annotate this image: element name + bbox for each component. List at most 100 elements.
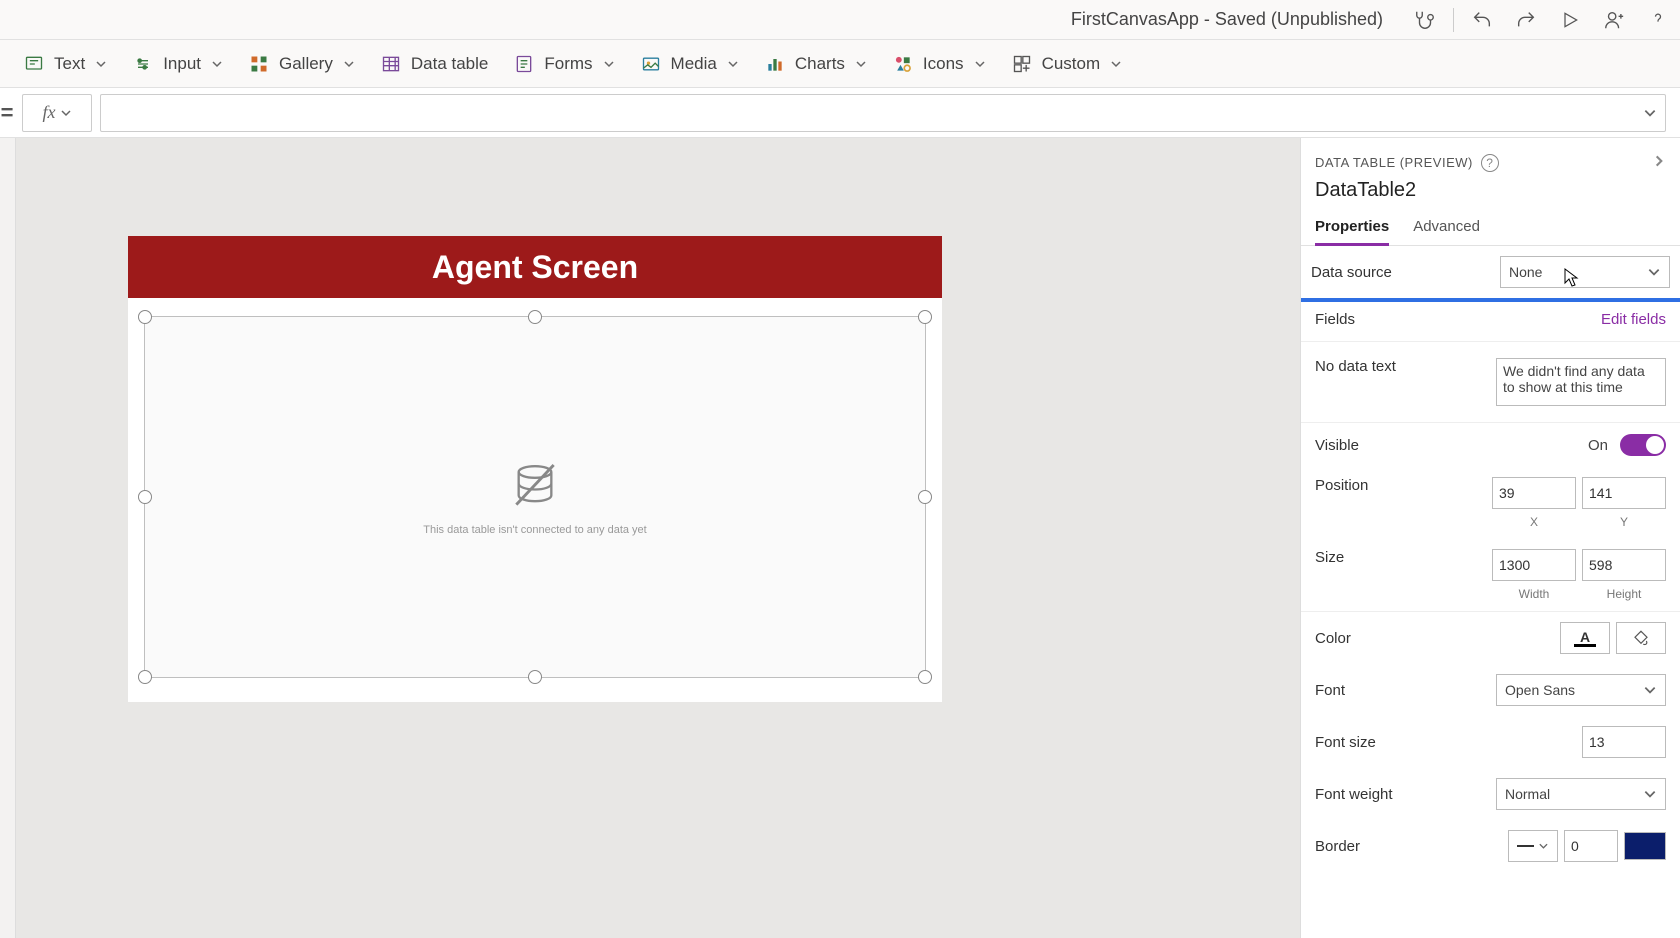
ribbon-input[interactable]: Input <box>133 54 223 74</box>
size-width-input[interactable]: 1300 <box>1492 549 1576 581</box>
prop-color: Color A <box>1301 612 1680 664</box>
ribbon-gallery[interactable]: Gallery <box>249 54 355 74</box>
redo-button[interactable] <box>1504 0 1548 40</box>
equals-label: = <box>0 100 14 126</box>
border-style-dropdown[interactable] <box>1508 830 1558 862</box>
font-value: Open Sans <box>1505 682 1575 698</box>
formula-bar: = fx <box>0 88 1680 138</box>
panel-collapse-button[interactable] <box>1652 152 1666 173</box>
position-y-input[interactable]: 141 <box>1582 477 1666 509</box>
position-x-sublabel: X <box>1492 515 1576 529</box>
prop-position: Position 39 141 X Y <box>1301 467 1680 539</box>
prop-no-data-text: No data text We didn't find any data to … <box>1301 342 1680 423</box>
border-color-swatch[interactable] <box>1624 832 1666 860</box>
resize-handle[interactable] <box>138 670 152 684</box>
panel-type-label: DATA TABLE (PREVIEW) <box>1315 155 1473 170</box>
properties-list: Data source None Fields Edit fields <box>1301 246 1680 938</box>
prop-fields: Fields Edit fields <box>1301 298 1680 342</box>
prop-size-label: Size <box>1315 549 1492 566</box>
resize-handle[interactable] <box>528 670 542 684</box>
health-check-button[interactable] <box>1403 0 1447 40</box>
ribbon-icons-label: Icons <box>923 54 964 74</box>
fx-dropdown[interactable]: fx <box>22 94 92 132</box>
database-empty-icon <box>507 458 563 514</box>
ribbon-icons[interactable]: Icons <box>893 54 986 74</box>
data-source-value: None <box>1509 264 1542 280</box>
prop-font-size: Font size 13 <box>1301 716 1680 768</box>
resize-handle[interactable] <box>918 490 932 504</box>
prop-font-label: Font <box>1315 682 1496 699</box>
control-name: DataTable2 <box>1301 173 1680 210</box>
resize-handle[interactable] <box>138 310 152 324</box>
tab-advanced[interactable]: Advanced <box>1413 210 1480 245</box>
resize-handle[interactable] <box>138 490 152 504</box>
data-table-empty-message: This data table isn't connected to any d… <box>423 524 646 536</box>
ribbon-charts-label: Charts <box>795 54 845 74</box>
share-button[interactable] <box>1592 0 1636 40</box>
prop-font-weight-label: Font weight <box>1315 786 1496 803</box>
screen-title-text: Agent Screen <box>432 249 638 286</box>
ribbon-media-label: Media <box>671 54 717 74</box>
left-rail[interactable] <box>0 138 16 938</box>
prop-data-source-label: Data source <box>1311 264 1500 281</box>
ribbon-input-label: Input <box>163 54 201 74</box>
data-source-dropdown[interactable]: None <box>1500 256 1670 288</box>
prop-color-label: Color <box>1315 630 1560 647</box>
size-height-input[interactable]: 598 <box>1582 549 1666 581</box>
panel-header: DATA TABLE (PREVIEW) ? <box>1301 138 1680 173</box>
ribbon-text[interactable]: Text <box>24 54 107 74</box>
prop-border: Border 0 <box>1301 820 1680 872</box>
ribbon-text-label: Text <box>54 54 85 74</box>
edit-fields-link[interactable]: Edit fields <box>1601 311 1666 328</box>
data-table-control[interactable]: This data table isn't connected to any d… <box>144 316 926 678</box>
size-height-sublabel: Height <box>1582 587 1666 601</box>
font-color-button[interactable]: A <box>1560 622 1610 654</box>
font-weight-value: Normal <box>1505 786 1550 802</box>
resize-handle[interactable] <box>918 670 932 684</box>
visible-toggle[interactable] <box>1620 434 1666 456</box>
help-button[interactable] <box>1636 0 1680 40</box>
screen-title-bar: Agent Screen <box>128 236 942 298</box>
position-x-input[interactable]: 39 <box>1492 477 1576 509</box>
ribbon-data-table[interactable]: Data table <box>381 54 489 74</box>
app-title: FirstCanvasApp - Saved (Unpublished) <box>1071 9 1383 30</box>
resize-handle[interactable] <box>918 310 932 324</box>
prop-no-data-label: No data text <box>1315 358 1496 375</box>
prop-data-source: Data source None <box>1301 246 1680 298</box>
ribbon-media[interactable]: Media <box>641 54 739 74</box>
prop-fields-label: Fields <box>1315 311 1601 328</box>
screen: Agent Screen This data table isn't conne… <box>128 236 942 702</box>
undo-button[interactable] <box>1460 0 1504 40</box>
ribbon-gallery-label: Gallery <box>279 54 333 74</box>
font-size-input[interactable]: 13 <box>1582 726 1666 758</box>
prop-visible-label: Visible <box>1315 437 1588 454</box>
font-dropdown[interactable]: Open Sans <box>1496 674 1666 706</box>
no-data-text-input[interactable]: We didn't find any data to show at this … <box>1496 358 1666 406</box>
cursor-icon <box>1563 267 1581 289</box>
prop-font-size-label: Font size <box>1315 734 1582 751</box>
ribbon-charts[interactable]: Charts <box>765 54 867 74</box>
prop-size: Size 1300 598 Width Height <box>1301 539 1680 612</box>
font-weight-dropdown[interactable]: Normal <box>1496 778 1666 810</box>
panel-help-icon[interactable]: ? <box>1481 154 1499 172</box>
panel-tabs: Properties Advanced <box>1301 210 1680 246</box>
canvas[interactable]: Agent Screen This data table isn't conne… <box>16 138 1300 938</box>
resize-handle[interactable] <box>528 310 542 324</box>
tab-properties[interactable]: Properties <box>1315 210 1389 245</box>
ribbon-forms[interactable]: Forms <box>514 54 614 74</box>
main-area: Agent Screen This data table isn't conne… <box>0 138 1680 938</box>
prop-font: Font Open Sans <box>1301 664 1680 716</box>
properties-panel: DATA TABLE (PREVIEW) ? DataTable2 Proper… <box>1300 138 1680 938</box>
title-bar: FirstCanvasApp - Saved (Unpublished) <box>0 0 1680 40</box>
visible-value: On <box>1588 437 1608 454</box>
border-width-input[interactable]: 0 <box>1564 830 1618 862</box>
play-button[interactable] <box>1548 0 1592 40</box>
ribbon-custom[interactable]: Custom <box>1012 54 1123 74</box>
formula-input[interactable] <box>100 94 1666 132</box>
ribbon-custom-label: Custom <box>1042 54 1101 74</box>
paint-bucket-icon <box>1632 629 1650 647</box>
prop-border-label: Border <box>1315 838 1508 855</box>
insert-ribbon: Text Input Gallery Data table Forms Medi… <box>0 40 1680 88</box>
fill-color-button[interactable] <box>1616 622 1666 654</box>
prop-position-label: Position <box>1315 477 1492 494</box>
